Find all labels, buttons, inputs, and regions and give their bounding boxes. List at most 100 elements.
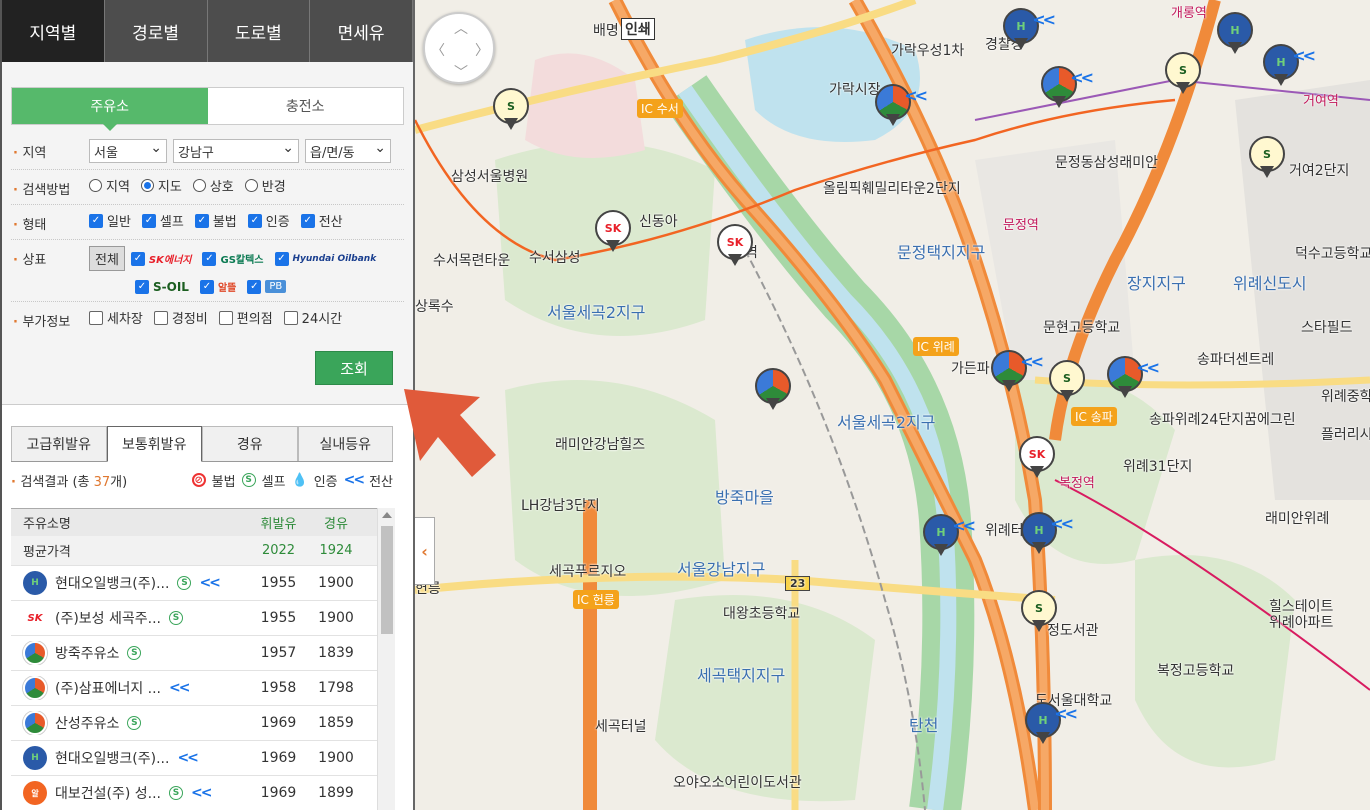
scroll-up-icon[interactable] — [382, 512, 392, 518]
method-name-radio[interactable]: 상호 — [192, 176, 234, 195]
table-row[interactable]: 산성주유소 S 1969 1859 — [11, 706, 395, 741]
station-name[interactable]: (주)삼표에너지 ... — [55, 678, 161, 698]
tab-road[interactable]: 도로별 — [207, 0, 311, 62]
header-diesel[interactable]: 경유 — [311, 513, 361, 532]
ssangyong-icon — [23, 641, 47, 665]
tab-diesel[interactable]: 경유 — [202, 426, 298, 461]
extra-24h-checkbox[interactable]: 24시간 — [283, 308, 342, 327]
gas-station-pin-sk[interactable]: SK — [717, 224, 753, 268]
gas-station-pin-sk[interactable]: SK — [595, 210, 631, 254]
panel-collapse-button[interactable]: ‹ — [415, 517, 435, 585]
map-label: 배명 — [593, 23, 619, 39]
header-gasoline[interactable]: 휘발유 — [246, 513, 311, 532]
pin-tail — [1060, 390, 1074, 402]
scroll-thumb[interactable] — [381, 526, 393, 634]
station-name[interactable]: 현대오일뱅크(주)... — [55, 748, 169, 768]
gas-station-pin-ss[interactable]: << — [1107, 356, 1160, 400]
station-name[interactable]: (주)보성 세곡주... — [55, 608, 161, 628]
brand-alddul-checkbox[interactable]: ✓ 알뜰 — [199, 279, 236, 294]
gas-station-pin-sk[interactable]: SK — [1019, 436, 1055, 480]
extra-carwash-checkbox[interactable]: 세차장 — [89, 308, 143, 327]
tab-region[interactable]: 지역별 — [2, 0, 105, 62]
map-view[interactable]: 가락우성1차 경찰청 가락시장 문정동삼성래미안 올림픽훼밀리타운2단지 삼성서… — [415, 0, 1370, 810]
gas-station-pin-soil[interactable]: S — [1021, 590, 1057, 634]
gas-station-pin-hyundai[interactable]: H << — [1263, 44, 1316, 88]
brand-hyundai-checkbox[interactable]: ✓ Hyundai Oilbank — [274, 251, 376, 266]
checkbox-checked-icon: ✓ — [247, 213, 262, 228]
table-row[interactable]: H 현대오일뱅크(주)... S << 1955 1900 — [11, 566, 395, 601]
map-pan-control[interactable]: ︿ ﹀ 〈 〉 — [423, 12, 495, 84]
table-row[interactable]: SK (주)보성 세곡주... S 1955 1900 — [11, 601, 395, 636]
gas-station-pin-ss[interactable]: << — [1041, 66, 1094, 110]
type-general-checkbox[interactable]: ✓ 일반 — [89, 211, 131, 230]
table-scrollbar[interactable] — [377, 508, 395, 810]
query-button[interactable]: 조회 — [315, 351, 393, 385]
table-row[interactable]: (주)삼표에너지 ... << 1958 1798 — [11, 671, 395, 706]
gas-station-pin-soil[interactable]: S — [1165, 52, 1201, 96]
gas-station-pin-hyundai[interactable]: H << — [1025, 702, 1078, 746]
road-number-badge: 23 — [785, 576, 811, 591]
sido-select[interactable]: 서울 — [89, 139, 167, 163]
map-label: 문현고등학교 — [1043, 320, 1121, 336]
table-body: H 현대오일뱅크(주)... S << 1955 1900 SK (주)보성 세곡주... S 1… — [11, 566, 395, 810]
tab-taxfree[interactable]: 면세유 — [310, 0, 413, 62]
gas-station-pin-ss[interactable] — [755, 368, 791, 412]
type-computerized-checkbox[interactable]: ✓ 전산 — [300, 211, 343, 230]
brand-soil-checkbox[interactable]: ✓ S-OIL — [135, 279, 189, 294]
pan-up-icon[interactable]: ︿ — [454, 18, 468, 38]
checkbox-checked-icon: ✓ — [199, 279, 214, 294]
extra-maintenance-checkbox[interactable]: 경정비 — [153, 308, 208, 327]
gas-station-pin-soil[interactable]: S — [1249, 136, 1285, 180]
gas-station-pin-hyundai[interactable]: H — [1217, 12, 1253, 56]
table-row[interactable]: 방죽주유소 S 1957 1839 — [11, 636, 395, 671]
station-name[interactable]: 현대오일뱅크(주)... — [55, 573, 169, 593]
type-illegal-checkbox[interactable]: ✓ 불법 — [194, 211, 237, 230]
gas-station-pin-hyundai[interactable]: H << — [923, 514, 976, 558]
brand-gs-checkbox[interactable]: ✓ GS칼텍스 — [202, 251, 264, 266]
tab-route[interactable]: 경로별 — [104, 0, 208, 62]
method-region-radio[interactable]: 지역 — [89, 176, 130, 195]
brand-all-button[interactable]: 전체 — [89, 246, 125, 271]
self-icon: S — [127, 646, 142, 660]
gas-station-pin-hyundai[interactable]: H << — [1003, 8, 1056, 52]
brand-pb-checkbox[interactable]: ✓ PB — [247, 279, 287, 294]
tab-gas-station[interactable]: 주유소 — [12, 88, 208, 131]
legend-self: 셀프 — [261, 474, 286, 490]
type-certified-checkbox[interactable]: ✓ 인증 — [247, 211, 290, 230]
computerized-icon: << — [952, 516, 976, 535]
pan-right-icon[interactable]: 〉 — [475, 40, 489, 60]
tab-charging-station[interactable]: 충전소 — [208, 88, 404, 124]
avg-diesel: 1924 — [319, 543, 353, 558]
gas-station-pin-soil[interactable]: S — [1049, 360, 1085, 404]
gas-station-pin-hyundai[interactable]: H << — [1021, 512, 1074, 556]
table-row[interactable]: 알 대보건설(주) 성... S << 1969 1899 — [11, 776, 395, 810]
table-row[interactable]: H 현대오일뱅크(주)... << 1969 1900 — [11, 741, 395, 776]
diesel-price: 1859 — [318, 715, 354, 731]
gas-station-pin-ss[interactable]: << — [875, 84, 928, 128]
pan-down-icon[interactable]: ﹀ — [454, 62, 468, 82]
gasoline-price: 1958 — [260, 680, 297, 696]
computerized-icon: << — [1054, 704, 1078, 723]
station-name[interactable]: 대보건설(주) 성... — [55, 783, 161, 803]
tab-premium-gasoline[interactable]: 고급휘발유 — [11, 426, 107, 461]
type-self-checkbox[interactable]: ✓ 셀프 — [141, 211, 184, 230]
pan-left-icon[interactable]: 〈 — [431, 40, 445, 60]
station-name[interactable]: 산성주유소 — [55, 713, 119, 733]
header-station-name[interactable]: 주유소명 — [11, 513, 246, 532]
method-map-radio[interactable]: 지도 — [140, 176, 182, 195]
radio-selected-icon — [140, 179, 154, 192]
station-name[interactable]: 방죽주유소 — [55, 643, 119, 663]
brand-sk-checkbox[interactable]: ✓ SK에너지 — [130, 251, 191, 266]
gas-station-pin-soil[interactable]: S — [493, 88, 529, 132]
map-label: 인쇄 — [621, 18, 655, 40]
tab-regular-gasoline[interactable]: 보통휘발유 — [106, 426, 202, 462]
tab-kerosene[interactable]: 실내등유 — [297, 426, 393, 461]
method-radius-radio[interactable]: 반경 — [244, 176, 286, 195]
gu-select[interactable]: 강남구 — [173, 139, 299, 163]
checkbox-checked-icon: ✓ — [141, 213, 156, 228]
gasoline-price: 1955 — [260, 610, 297, 626]
gas-station-pin-ss[interactable]: << — [991, 350, 1044, 394]
dong-select[interactable]: 읍/면/동 — [305, 139, 391, 163]
extra-convenience-checkbox[interactable]: 편의점 — [218, 308, 273, 327]
checkbox-icon — [153, 310, 168, 325]
